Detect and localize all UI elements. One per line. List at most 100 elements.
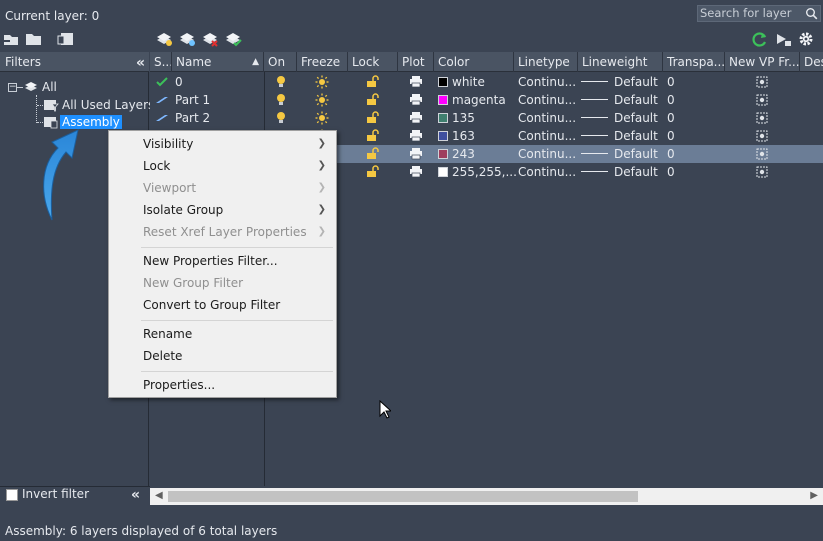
col-header-name-label: Name	[176, 55, 212, 69]
tree-line	[17, 87, 23, 88]
col-header-color[interactable]: Color	[434, 52, 514, 72]
search-icon[interactable]	[805, 7, 818, 20]
layer-name[interactable]: Part 1	[175, 91, 210, 109]
search-layer-input[interactable]: Search for layer	[697, 5, 821, 22]
col-header-on[interactable]: On	[264, 52, 297, 72]
layer-transparency[interactable]: 0	[667, 73, 675, 91]
layer-lineweight[interactable]: Default	[581, 163, 658, 181]
layer-transparency[interactable]: 0	[667, 163, 675, 181]
layer-name[interactable]: 0	[175, 73, 183, 91]
layer-name[interactable]: Part 2	[175, 109, 210, 127]
printer-icon[interactable]	[409, 165, 423, 183]
col-header-linetype[interactable]: Linetype	[514, 52, 578, 72]
layer-lineweight[interactable]: Default	[581, 145, 658, 163]
refresh-icon[interactable]	[751, 31, 769, 47]
layer-color[interactable]: white	[438, 73, 485, 91]
tree-item-all-used-layers[interactable]: All Used Layers	[62, 98, 154, 112]
col-header-transparency[interactable]: Transpa...	[663, 52, 725, 72]
layer-transparency[interactable]: 0	[667, 109, 675, 127]
color-swatch	[438, 77, 448, 87]
menu-item-viewport: Viewport	[143, 181, 197, 195]
new-layer-icon[interactable]	[155, 31, 173, 47]
gear-icon[interactable]	[797, 31, 815, 47]
layer-color[interactable]: 135	[438, 109, 475, 127]
invert-filter-checkbox[interactable]	[6, 489, 18, 501]
menu-item-new-group-filter: New Group Filter	[143, 276, 244, 290]
layer-linetype[interactable]: Continu...	[518, 109, 576, 127]
layer-lineweight[interactable]: Default	[581, 127, 658, 145]
col-header-plot[interactable]: Plot	[398, 52, 434, 72]
status-bar-text: Assembly: 6 layers displayed of 6 total …	[5, 524, 278, 538]
col-header-new-vp-freeze[interactable]: New VP Fr...	[725, 52, 800, 72]
layer-linetype[interactable]: Continu...	[518, 73, 576, 91]
scroll-left-icon[interactable]: ◀	[155, 490, 163, 501]
layer-linetype[interactable]: Continu...	[518, 91, 576, 109]
layer-lineweight[interactable]: Default	[581, 73, 658, 91]
layer-lineweight[interactable]: Default	[581, 109, 658, 127]
col-header-status[interactable]: S...	[150, 52, 172, 72]
layer-linetype[interactable]: Continu...	[518, 127, 576, 145]
tree-item-all[interactable]: All	[42, 80, 57, 94]
unlocked-icon[interactable]	[366, 165, 379, 183]
filters-title: Filters	[5, 55, 41, 69]
filters-header: Filters «	[0, 52, 149, 72]
color-name: 243	[452, 147, 475, 161]
menu-item-new-properties-filter[interactable]: New Properties Filter...	[143, 254, 278, 268]
delete-layer-icon[interactable]	[201, 31, 219, 47]
menu-item-rename[interactable]: Rename	[143, 327, 192, 341]
horizontal-scrollbar[interactable]: ◀ ▶	[150, 488, 823, 505]
layer-color[interactable]: 243	[438, 145, 475, 163]
menu-separator	[141, 371, 333, 372]
lineweight-value: Default	[614, 111, 658, 125]
color-swatch	[438, 113, 448, 123]
lineweight-sample-line	[581, 153, 608, 154]
layer-color[interactable]: magenta	[438, 91, 506, 109]
invert-filter-label: Invert filter	[22, 487, 89, 501]
lineweight-sample-line	[581, 171, 608, 172]
layer-lineweight[interactable]: Default	[581, 91, 658, 109]
layer-transparency[interactable]: 0	[667, 145, 675, 163]
layer-linetype[interactable]: Continu...	[518, 145, 576, 163]
new-property-filter-icon[interactable]	[3, 31, 21, 47]
layer-color[interactable]: 163	[438, 127, 475, 145]
lineweight-sample-line	[581, 117, 608, 118]
scrollbar-thumb[interactable]	[168, 491, 638, 502]
menu-separator	[141, 320, 333, 321]
menu-item-visibility[interactable]: Visibility	[143, 137, 193, 151]
color-name: 135	[452, 111, 475, 125]
menu-item-lock[interactable]: Lock	[143, 159, 170, 173]
col-header-freeze[interactable]: Freeze	[297, 52, 348, 72]
tree-collapse-toggle[interactable]: −	[8, 83, 17, 92]
layer-color[interactable]: 255,255,...	[438, 163, 517, 181]
new-group-filter-icon[interactable]	[25, 31, 43, 47]
table-row[interactable]: Part 1 magenta Continu... Default 0	[150, 91, 823, 109]
grid-header: S... Name ▲ On Freeze Lock Plot Color Li…	[150, 52, 823, 72]
color-name: magenta	[452, 93, 506, 107]
layer-transparency[interactable]: 0	[667, 127, 675, 145]
col-header-lineweight[interactable]: Lineweight	[578, 52, 663, 72]
layer-states-manager-icon[interactable]	[57, 31, 75, 47]
chevron-right-icon: ❯	[317, 160, 326, 171]
table-row[interactable]: 0 white Continu... Default 0	[150, 73, 823, 91]
new-vp-freeze-icon[interactable]	[756, 165, 768, 183]
new-layer-vp-frozen-icon[interactable]	[178, 31, 196, 47]
set-current-icon[interactable]	[224, 31, 242, 47]
color-swatch	[438, 167, 448, 177]
layer-translator-icon[interactable]	[774, 31, 792, 47]
menu-item-convert-to-group-filter[interactable]: Convert to Group Filter	[143, 298, 280, 312]
menu-item-delete[interactable]: Delete	[143, 349, 182, 363]
color-swatch	[438, 131, 448, 141]
layer-linetype[interactable]: Continu...	[518, 163, 576, 181]
menu-item-isolate-group[interactable]: Isolate Group	[143, 203, 223, 217]
collapse-filters-bottom-button[interactable]: «	[131, 487, 140, 503]
menu-item-properties[interactable]: Properties...	[143, 378, 215, 392]
table-row[interactable]: Part 2 135 Continu... Default 0	[150, 109, 823, 127]
layer-transparency[interactable]: 0	[667, 91, 675, 109]
collapse-filters-button[interactable]: «	[136, 55, 145, 71]
col-header-lock[interactable]: Lock	[348, 52, 398, 72]
scroll-right-icon[interactable]: ▶	[810, 490, 818, 501]
lineweight-value: Default	[614, 93, 658, 107]
col-header-name[interactable]: Name ▲	[172, 52, 264, 72]
col-header-description[interactable]: Des	[800, 52, 823, 72]
tree-line	[36, 95, 37, 123]
